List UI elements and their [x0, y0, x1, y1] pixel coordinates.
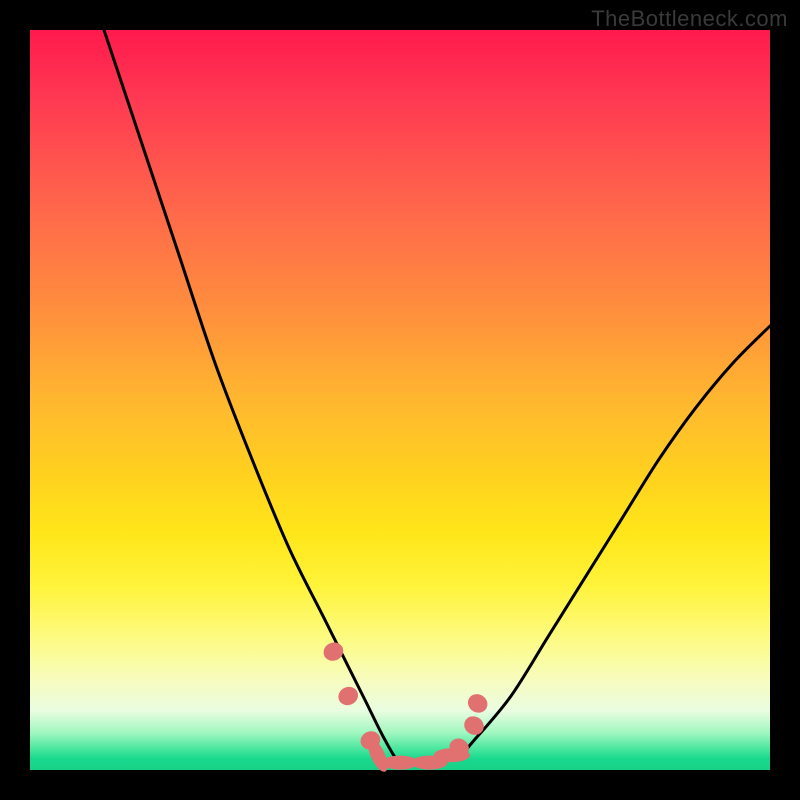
watermark-text: TheBottleneck.com — [591, 6, 788, 32]
chart-svg — [30, 30, 770, 770]
bottleneck-curve-path — [104, 30, 770, 764]
marker-point — [461, 713, 487, 739]
marker-point — [321, 639, 347, 664]
plot-area — [30, 30, 770, 770]
chart-frame: TheBottleneck.com — [0, 0, 800, 800]
curve-group — [104, 30, 770, 764]
marker-point — [465, 691, 491, 717]
